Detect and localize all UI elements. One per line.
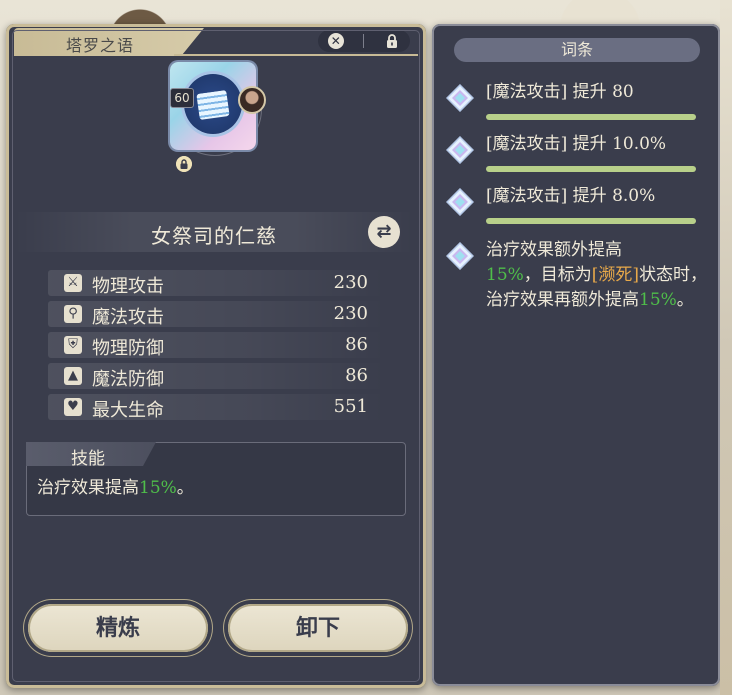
gem-icon (446, 188, 474, 216)
affix-title: 词条 (454, 38, 700, 62)
discard-icon[interactable]: ✕ (327, 33, 344, 49)
refine-button[interactable]: 精炼 (28, 604, 208, 652)
unequip-button[interactable]: 卸下 (228, 604, 408, 652)
stat-row: ♥ 最大生命 551 (48, 394, 386, 421)
card-lock-icon (176, 156, 192, 172)
avatar (238, 86, 266, 114)
stat-list: ⚔ 物理攻击 230 ⚲ 魔法攻击 230 ⛨ 物理防御 86 ▲ 魔法防御 8… (48, 270, 386, 425)
heart-icon: ♥ (64, 398, 82, 416)
gem-icon (446, 136, 474, 164)
stat-row: ⚔ 物理攻击 230 (48, 270, 386, 297)
sword-icon: ⚔ (64, 274, 82, 292)
header-controls: ✕ (318, 30, 410, 52)
shield-icon: ⛨ (64, 336, 82, 354)
witch-hat-icon: ▲ (64, 367, 82, 385)
lock-icon[interactable] (384, 33, 400, 49)
stat-row: ⚲ 魔法攻击 230 (48, 301, 386, 328)
gem-icon (446, 242, 474, 270)
affix-bar (486, 218, 696, 224)
skill-description: 治疗效果提高15%。 (37, 478, 194, 498)
affix-bar (486, 114, 696, 120)
affix-bar (486, 166, 696, 172)
swap-icon[interactable]: ⇄ (368, 216, 400, 248)
panel-header: 塔罗之语 ✕ (14, 28, 418, 58)
gem-icon (446, 84, 474, 112)
special-affix-text: 治疗效果额外提高 15%，目标为[濒死]状态时，治疗效果再额外提高15%。 (486, 240, 708, 310)
background-edge (720, 0, 732, 695)
book-icon (196, 90, 230, 120)
affix-panel: 词条 [魔法攻击] 提升 80 [魔法攻击] 提升 10.0% [魔法攻击] 提… (432, 24, 720, 686)
wand-icon: ⚲ (64, 305, 82, 323)
card-name-bar: 女祭司的仁慈 (14, 212, 414, 252)
panel-title: 塔罗之语 (66, 36, 135, 55)
skill-title: 技能 (71, 449, 105, 469)
card-name: 女祭司的仁慈 (151, 224, 277, 248)
skill-box: 技能 治疗效果提高15%。 (26, 442, 406, 516)
stat-row: ▲ 魔法防御 86 (48, 363, 386, 390)
stat-row: ⛨ 物理防御 86 (48, 332, 386, 359)
level-badge: 60 (170, 88, 194, 108)
